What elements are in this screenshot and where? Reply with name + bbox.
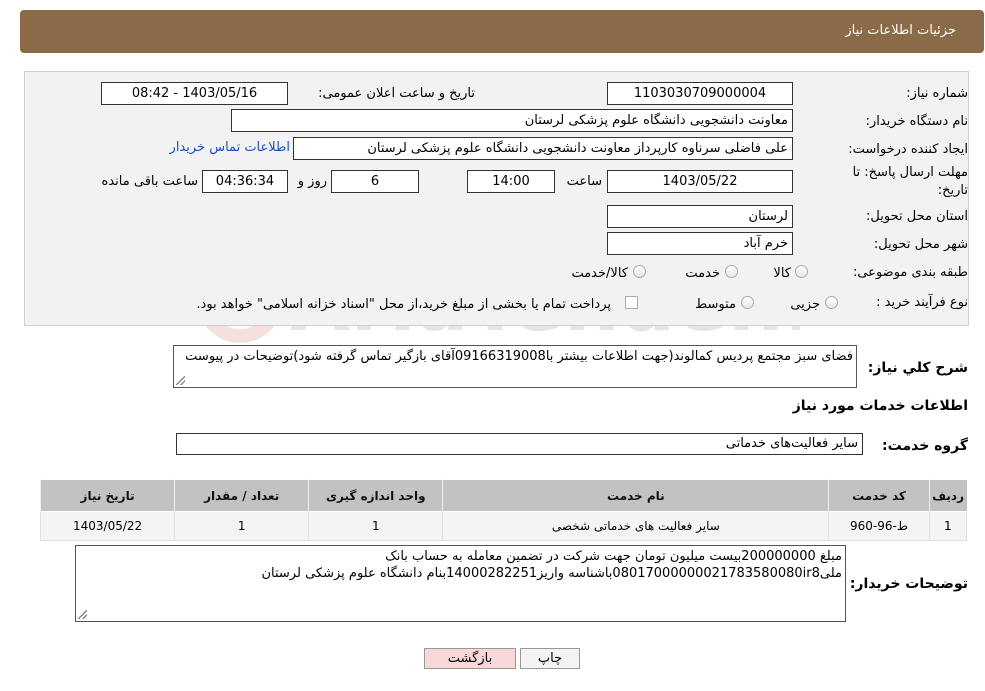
category-goods-service-radio[interactable] bbox=[633, 265, 646, 278]
province-field[interactable]: لرستان bbox=[607, 205, 793, 228]
cell-row: 1 bbox=[928, 511, 968, 541]
col-unit: واحد اندازه گيری bbox=[308, 479, 443, 512]
category-goods-label: کالا bbox=[773, 266, 791, 281]
resize-grip-icon[interactable] bbox=[78, 610, 87, 619]
city-field[interactable]: خرم آباد bbox=[607, 232, 793, 255]
col-date: تاريخ نياز bbox=[39, 479, 175, 512]
cell-date: 1403/05/22 bbox=[39, 511, 176, 541]
col-qty: تعداد / مقدار bbox=[174, 479, 309, 512]
cell-qty: 1 bbox=[174, 511, 310, 541]
service-group-label: گروه خدمت: bbox=[882, 438, 968, 454]
category-service-radio[interactable] bbox=[725, 265, 738, 278]
deadline-date-field[interactable]: 1403/05/22 bbox=[607, 170, 793, 193]
creator-label: ایجاد کننده درخواست: bbox=[848, 142, 968, 157]
announce-date-label: تاریخ و ساعت اعلان عمومی: bbox=[318, 86, 475, 101]
buyer-notes-textarea[interactable]: مبلغ 200000000بیست میلیون تومان جهت شرکت… bbox=[75, 545, 846, 622]
need-number-field[interactable]: 1103030709000004 bbox=[607, 82, 793, 105]
resize-grip-icon[interactable] bbox=[176, 376, 185, 385]
buyer-notes-line-1: مبلغ 200000000بیست میلیون تومان جهت شرکت… bbox=[385, 549, 842, 564]
deadline-label: مهلت ارسال پاسخ: تا bbox=[852, 165, 968, 180]
creator-field[interactable]: علی فاضلی سرناوه کارپرداز معاونت دانشجوی… bbox=[293, 137, 793, 160]
days-remaining-field[interactable]: 6 bbox=[331, 170, 419, 193]
buyer-notes-label: توضیحات خریدار: bbox=[849, 576, 968, 592]
category-goods-service-label: کالا/خدمت bbox=[571, 266, 628, 281]
province-label: استان محل تحویل: bbox=[866, 209, 968, 224]
buyer-org-label: نام دستگاه خریدار: bbox=[865, 114, 968, 129]
services-section-title: اطلاعات خدمات مورد نياز bbox=[792, 398, 968, 414]
deadline-label-2: تاریخ: bbox=[937, 183, 968, 198]
print-button[interactable]: چاپ bbox=[520, 648, 580, 669]
col-name: نام خدمت bbox=[442, 479, 829, 512]
need-number-label: شماره نیاز: bbox=[906, 86, 968, 101]
buyer-org-field[interactable]: معاونت دانشجویی دانشگاه علوم پزشکی لرستا… bbox=[231, 109, 793, 132]
category-goods-radio[interactable] bbox=[795, 265, 808, 278]
page-header: جزئیات اطلاعات نیاز bbox=[20, 10, 984, 53]
treasury-checkbox[interactable] bbox=[625, 296, 638, 309]
category-label: طبقه بندی موضوعی: bbox=[852, 265, 968, 280]
deadline-time-field[interactable]: 14:00 bbox=[467, 170, 555, 193]
col-code: کد خدمت bbox=[828, 479, 930, 512]
table-row[interactable]: 1 ط-96-960 سایر فعالیت های خدماتی شخصی 1… bbox=[39, 511, 968, 541]
purchase-minor-label: جزیی bbox=[790, 297, 820, 312]
service-group-field[interactable]: سایر فعالیت‌های خدماتی bbox=[176, 433, 863, 455]
col-row: رديف bbox=[928, 479, 967, 512]
table-header-row: رديف کد خدمت نام خدمت واحد اندازه گيری ت… bbox=[39, 479, 967, 512]
summary-textarea[interactable]: فضای سبز مجتمع پردیس کمالوند(جهت اطلاعات… bbox=[173, 345, 857, 388]
summary-text: فضای سبز مجتمع پردیس کمالوند(جهت اطلاعات… bbox=[185, 349, 853, 364]
back-button[interactable]: بازگشت bbox=[424, 648, 516, 669]
buyer-notes-line-2: ملی08017000000021783580080ir8باشناسه وار… bbox=[261, 566, 842, 581]
remaining-label: ساعت باقی مانده bbox=[101, 174, 198, 189]
remaining-time-field[interactable]: 04:36:34 bbox=[202, 170, 288, 193]
cell-code: ط-96-960 bbox=[828, 511, 930, 541]
purchase-medium-label: متوسط bbox=[695, 297, 736, 312]
buyer-contact-link[interactable]: اطلاعات تماس خریدار bbox=[150, 140, 290, 155]
services-table: رديف کد خدمت نام خدمت واحد اندازه گيری ت… bbox=[39, 479, 968, 541]
summary-label: شرح کلي نياز: bbox=[867, 360, 968, 376]
time-label: ساعت bbox=[566, 174, 602, 189]
category-service-label: خدمت bbox=[685, 266, 720, 281]
treasury-note: پرداخت تمام یا بخشی از مبلغ خرید،از محل … bbox=[196, 297, 611, 312]
announce-date-field[interactable]: 1403/05/16 - 08:42 bbox=[101, 82, 288, 105]
purchase-medium-radio[interactable] bbox=[741, 296, 754, 309]
days-label: روز و bbox=[297, 174, 327, 189]
purchase-minor-radio[interactable] bbox=[825, 296, 838, 309]
page-title: جزئیات اطلاعات نیاز bbox=[845, 23, 956, 38]
city-label: شهر محل تحویل: bbox=[873, 237, 968, 252]
purchase-type-label: نوع فرآیند خرید : bbox=[876, 295, 968, 310]
cell-name: سایر فعالیت های خدماتی شخصی bbox=[442, 511, 830, 541]
cell-unit: 1 bbox=[308, 511, 444, 541]
